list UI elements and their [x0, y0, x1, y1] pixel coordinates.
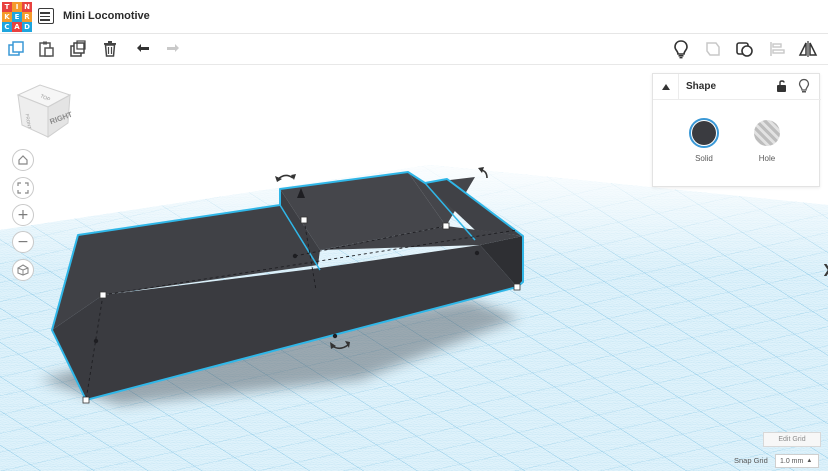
copy-icon[interactable] — [5, 38, 27, 60]
midpoint-handle[interactable] — [292, 253, 298, 259]
midpoint-handle[interactable] — [332, 333, 338, 339]
shape-inspector-header: Shape — [653, 74, 821, 100]
redo-icon[interactable] — [162, 38, 184, 60]
logo-letter: D — [22, 22, 32, 32]
zoom-in-icon: + — [17, 207, 29, 223]
solid-swatch — [692, 121, 716, 145]
logo-letter: E — [12, 12, 22, 22]
tinkercad-editor: TINKERCAD Mini Locomotive TOP FRONT RIGH… — [0, 0, 828, 471]
lightbulb-icon[interactable] — [670, 38, 692, 60]
solid-button[interactable] — [689, 118, 719, 148]
group-icon[interactable] — [702, 38, 724, 60]
fit-view-button[interactable] — [12, 177, 34, 199]
resize-handle[interactable] — [300, 216, 308, 224]
trash-icon[interactable] — [99, 38, 121, 60]
midpoint-handle[interactable] — [474, 250, 480, 256]
zoom-out-icon: − — [17, 234, 29, 250]
hole-button[interactable] — [754, 120, 780, 146]
solid-label: Solid — [695, 154, 713, 163]
undo-icon[interactable] — [132, 38, 154, 60]
logo-letter: A — [12, 22, 22, 32]
resize-handle[interactable] — [513, 283, 521, 291]
snap-grid-value: 1.0 mm — [780, 457, 804, 465]
logo-letter: T — [2, 2, 12, 12]
inspector-title: Shape — [686, 81, 717, 92]
mirror-icon[interactable] — [797, 38, 819, 60]
align-icon[interactable] — [766, 38, 788, 60]
visibility-bulb-icon[interactable] — [797, 78, 811, 94]
fit-icon — [17, 182, 29, 194]
perspective-icon — [17, 264, 29, 276]
resize-handle[interactable] — [442, 222, 450, 230]
lock-icon[interactable] — [775, 79, 789, 93]
edit-grid-button[interactable]: Edit Grid — [763, 432, 821, 447]
design-menu-button[interactable] — [38, 8, 54, 24]
resize-handle[interactable] — [82, 396, 90, 404]
collapse-panel-arrow[interactable]: ❯ — [822, 262, 828, 276]
logo-letter: R — [22, 12, 32, 22]
design-title[interactable]: Mini Locomotive — [63, 10, 150, 22]
title-bar: TINKERCAD Mini Locomotive — [0, 0, 828, 34]
view-cube[interactable]: TOP FRONT RIGHT — [14, 81, 72, 139]
zoom-in-button[interactable]: + — [12, 204, 34, 226]
perspective-button[interactable] — [12, 259, 34, 281]
home-icon — [18, 155, 28, 165]
edit-toolbar — [0, 34, 828, 65]
ungroup-icon[interactable] — [734, 38, 756, 60]
zoom-out-button[interactable]: − — [12, 231, 34, 253]
shape-inspector: Shape Solid Hole — [652, 73, 821, 187]
tinkercad-logo[interactable]: TINKERCAD — [2, 2, 32, 32]
paste-icon[interactable] — [35, 38, 57, 60]
duplicate-icon[interactable] — [67, 38, 89, 60]
snap-grid-select[interactable]: 1.0 mm ▲ — [775, 454, 819, 468]
resize-handle[interactable] — [99, 291, 107, 299]
hole-label: Hole — [758, 154, 776, 163]
midpoint-handle[interactable] — [93, 338, 99, 344]
logo-letter: I — [12, 2, 22, 12]
collapse-inspector-button[interactable] — [653, 74, 679, 100]
logo-letter: K — [2, 12, 12, 22]
logo-letter: N — [22, 2, 32, 12]
caret-up-icon: ▲ — [806, 458, 813, 464]
triangle-up-icon — [661, 84, 670, 90]
snap-grid-label: Snap Grid — [734, 456, 768, 465]
logo-letter: C — [2, 22, 12, 32]
home-view-button[interactable] — [12, 149, 34, 171]
